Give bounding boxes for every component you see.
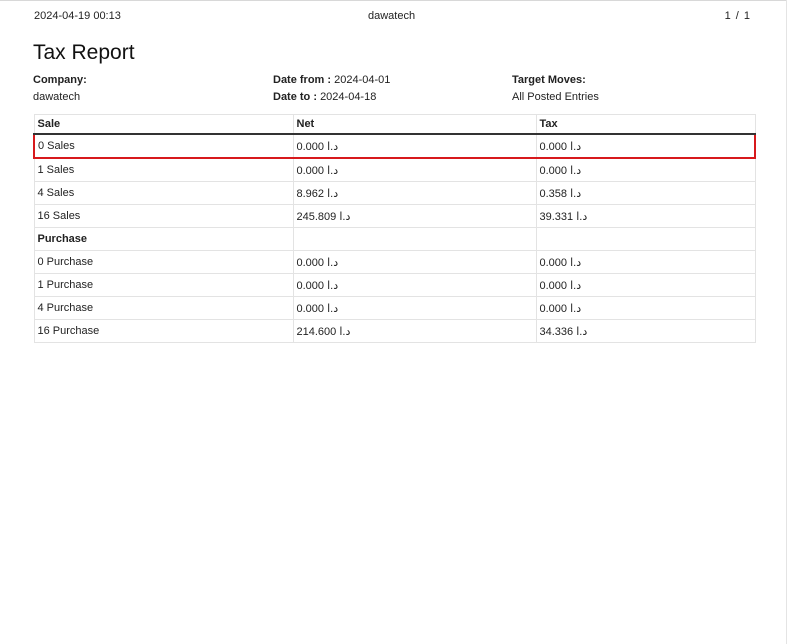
table-row[interactable]: 4 Sales 8.962 د.ا 0.358 د.ا bbox=[33, 181, 756, 205]
tax-name: 4 Purchase bbox=[33, 296, 294, 320]
print-datetime: 2024-04-19 00:13 bbox=[34, 10, 121, 22]
tax-amount: 0.000 د.ا bbox=[535, 133, 756, 159]
meta-dates: Date from : 2024-04-01 Date to : 2024-04… bbox=[273, 72, 390, 106]
net-amount: 214.600 د.ا bbox=[292, 319, 537, 343]
table-row[interactable]: 0 Purchase 0.000 د.ا 0.000 د.ا bbox=[33, 250, 756, 274]
net-amount: 0.000 د.ا bbox=[292, 133, 537, 159]
report-meta: Company: dawatech Date from : 2024-04-01… bbox=[33, 72, 753, 108]
tax-table: Sale Net Tax 0 Sales 0.000 د.ا 0.000 د.ا… bbox=[33, 114, 756, 343]
tax-name: 4 Sales bbox=[33, 181, 294, 205]
tax-name: 1 Sales bbox=[33, 157, 294, 182]
tax-amount: 0.000 د.ا bbox=[535, 157, 756, 182]
company-label: Company: bbox=[33, 74, 87, 86]
table-row[interactable]: 16 Sales 245.809 د.ا 39.331 د.ا bbox=[33, 204, 756, 228]
net-amount: 8.962 د.ا bbox=[292, 181, 537, 205]
tax-amount: 0.000 د.ا bbox=[535, 296, 756, 320]
tax-amount: 0.000 د.ا bbox=[535, 250, 756, 274]
table-header-row: Sale Net Tax bbox=[33, 114, 756, 135]
tax-amount bbox=[535, 227, 756, 251]
tax-amount: 39.331 د.ا bbox=[535, 204, 756, 228]
table-row[interactable]: 16 Purchase 214.600 د.ا 34.336 د.ا bbox=[33, 319, 756, 343]
meta-company: Company: dawatech bbox=[33, 72, 87, 106]
meta-target-moves: Target Moves: All Posted Entries bbox=[512, 72, 599, 106]
tax-amount: 0.358 د.ا bbox=[535, 181, 756, 205]
table-group-row: Purchase bbox=[33, 227, 756, 251]
print-company: dawatech bbox=[368, 10, 416, 22]
page-top-edge bbox=[0, 0, 787, 1]
net-amount bbox=[292, 227, 537, 251]
column-header-net: Net bbox=[292, 114, 537, 135]
date-from-label: Date from : bbox=[273, 74, 332, 86]
tax-name: 16 Sales bbox=[33, 204, 294, 228]
page-indicator: 1 / 1 bbox=[724, 10, 751, 22]
date-to-label: Date to : bbox=[273, 91, 317, 103]
tax-name: 0 Sales bbox=[33, 133, 294, 159]
tax-name: 0 Purchase bbox=[33, 250, 294, 274]
target-moves-label: Target Moves: bbox=[512, 74, 586, 86]
print-header: 2024-04-19 00:13 dawatech 1 / 1 bbox=[34, 10, 751, 24]
net-amount: 0.000 د.ا bbox=[292, 157, 537, 182]
table-row[interactable]: 0 Sales 0.000 د.ا 0.000 د.ا bbox=[33, 133, 756, 159]
table-row[interactable]: 1 Purchase 0.000 د.ا 0.000 د.ا bbox=[33, 273, 756, 297]
group-name: Purchase bbox=[33, 227, 294, 251]
tax-amount: 34.336 د.ا bbox=[535, 319, 756, 343]
tax-amount: 0.000 د.ا bbox=[535, 273, 756, 297]
tax-name: 1 Purchase bbox=[33, 273, 294, 297]
net-amount: 0.000 د.ا bbox=[292, 250, 537, 274]
date-to-value: 2024-04-18 bbox=[320, 91, 377, 103]
report-title: Tax Report bbox=[33, 41, 135, 64]
net-amount: 0.000 د.ا bbox=[292, 296, 537, 320]
target-moves-value: All Posted Entries bbox=[512, 91, 599, 103]
table-row[interactable]: 4 Purchase 0.000 د.ا 0.000 د.ا bbox=[33, 296, 756, 320]
tax-name: 16 Purchase bbox=[33, 319, 294, 343]
date-from-value: 2024-04-01 bbox=[334, 74, 391, 86]
net-amount: 0.000 د.ا bbox=[292, 273, 537, 297]
table-row[interactable]: 1 Sales 0.000 د.ا 0.000 د.ا bbox=[33, 157, 756, 182]
column-header-tax: Tax bbox=[535, 114, 756, 135]
column-header-sale: Sale bbox=[33, 114, 294, 135]
company-value: dawatech bbox=[33, 91, 81, 103]
net-amount: 245.809 د.ا bbox=[292, 204, 537, 228]
